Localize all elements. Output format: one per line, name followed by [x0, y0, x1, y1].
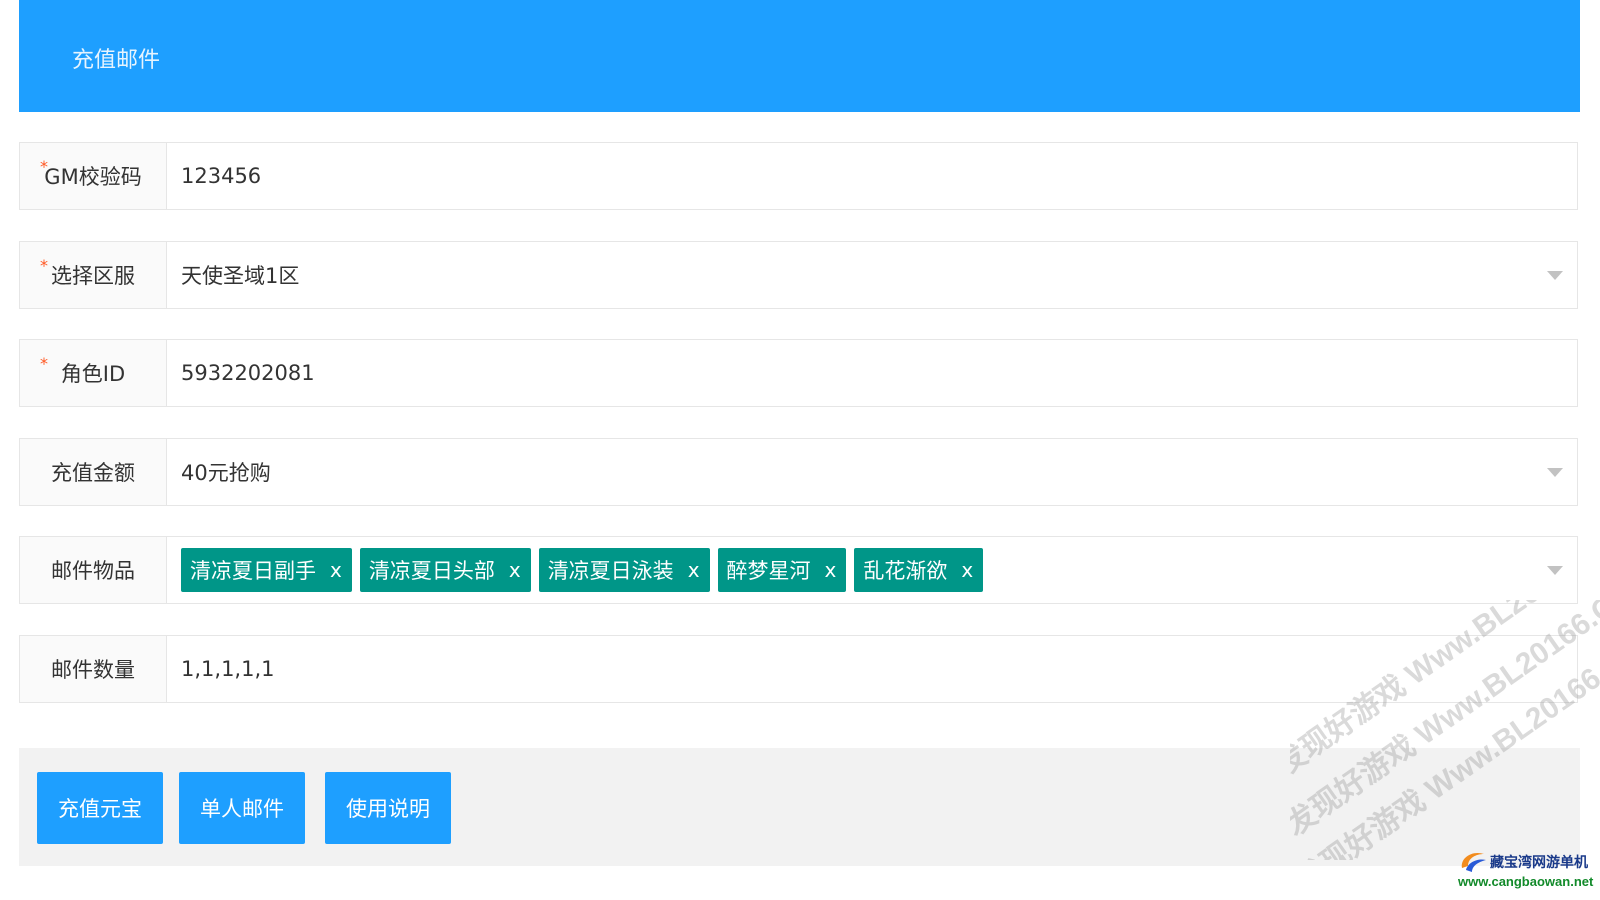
form-row-items: 邮件物品 清凉夏日副手 x 清凉夏日头部 x 清凉夏日泳装 x 醉梦星河 x 乱… [19, 536, 1578, 604]
gm-code-value: 123456 [181, 164, 262, 188]
chevron-down-icon[interactable] [1547, 566, 1563, 575]
items-label-text: 邮件物品 [51, 559, 135, 583]
gm-code-label-text: GM校验码 [44, 165, 142, 189]
item-tag-label: 醉梦星河 [726, 559, 811, 583]
single-mail-button[interactable]: 单人邮件 [179, 772, 305, 844]
swirl-logo-icon [1461, 852, 1486, 872]
item-tag: 醉梦星河 x [717, 548, 847, 592]
role-id-value: 5932202081 [181, 361, 315, 385]
form-row-gm-code: * GM校验码 123456 [19, 142, 1578, 210]
help-button[interactable]: 使用说明 [325, 772, 451, 844]
quantity-input[interactable]: 1,1,1,1,1 [167, 636, 1577, 702]
required-mark: * [40, 354, 48, 373]
item-tag: 乱花渐欲 x [854, 548, 984, 592]
server-selected-value: 天使圣域1区 [181, 264, 300, 288]
server-label-text: 选择区服 [51, 264, 135, 288]
logo-name: 藏宝湾网游单机 [1490, 854, 1588, 870]
item-tag: 清凉夏日头部 x [359, 548, 531, 592]
role-id-input[interactable]: 5932202081 [167, 340, 1577, 406]
close-icon[interactable]: x [961, 558, 973, 582]
amount-select[interactable]: 40元抢购 [167, 439, 1577, 505]
site-logo: 藏宝湾网游单机 www.cangbaowan.net [1458, 848, 1600, 896]
server-label: * 选择区服 [20, 242, 167, 308]
item-tag-label: 清凉夏日副手 [190, 559, 316, 583]
page-header: 充值邮件 [19, 0, 1580, 112]
item-tag: 清凉夏日副手 x [181, 548, 352, 592]
page-title: 充值邮件 [72, 48, 161, 73]
item-tag-label: 乱花渐欲 [863, 559, 948, 583]
recharge-button[interactable]: 充值元宝 [37, 772, 163, 844]
form-row-server: * 选择区服 天使圣域1区 [19, 241, 1578, 309]
items-label: 邮件物品 [20, 537, 167, 603]
amount-label-text: 充值金额 [51, 461, 135, 485]
role-id-label: * 角色ID [20, 340, 167, 406]
quantity-label-text: 邮件数量 [51, 658, 135, 682]
chevron-down-icon[interactable] [1547, 468, 1563, 477]
items-tag-list: 清凉夏日副手 x 清凉夏日头部 x 清凉夏日泳装 x 醉梦星河 x 乱花渐欲 x [181, 548, 984, 592]
gm-code-input[interactable]: 123456 [167, 143, 1577, 209]
close-icon[interactable]: x [825, 558, 837, 582]
quantity-value: 1,1,1,1,1 [181, 657, 275, 681]
server-select[interactable]: 天使圣域1区 [167, 242, 1577, 308]
quantity-label: 邮件数量 [20, 636, 167, 702]
amount-label: 充值金额 [20, 439, 167, 505]
item-tag-label: 清凉夏日头部 [368, 559, 495, 583]
gm-code-label: * GM校验码 [20, 143, 167, 209]
item-tag: 清凉夏日泳装 x [538, 548, 710, 592]
form-row-role-id: * 角色ID 5932202081 [19, 339, 1578, 407]
logo-url: www.cangbaowan.net [1458, 874, 1594, 889]
role-id-label-text: 角色ID [60, 362, 126, 386]
chevron-down-icon[interactable] [1547, 271, 1563, 280]
form-row-quantity: 邮件数量 1,1,1,1,1 [19, 635, 1578, 703]
close-icon[interactable]: x [509, 558, 521, 582]
form-row-amount: 充值金额 40元抢购 [19, 438, 1578, 506]
close-icon[interactable]: x [330, 558, 342, 582]
button-bar: 充值元宝 单人邮件 使用说明 [19, 748, 1580, 866]
close-icon[interactable]: x [688, 558, 700, 582]
required-mark: * [40, 157, 48, 176]
item-tag-label: 清凉夏日泳装 [547, 559, 674, 583]
items-multiselect[interactable]: 清凉夏日副手 x 清凉夏日头部 x 清凉夏日泳装 x 醉梦星河 x 乱花渐欲 x [167, 537, 1577, 603]
required-mark: * [40, 256, 48, 275]
amount-selected-value: 40元抢购 [181, 461, 271, 485]
